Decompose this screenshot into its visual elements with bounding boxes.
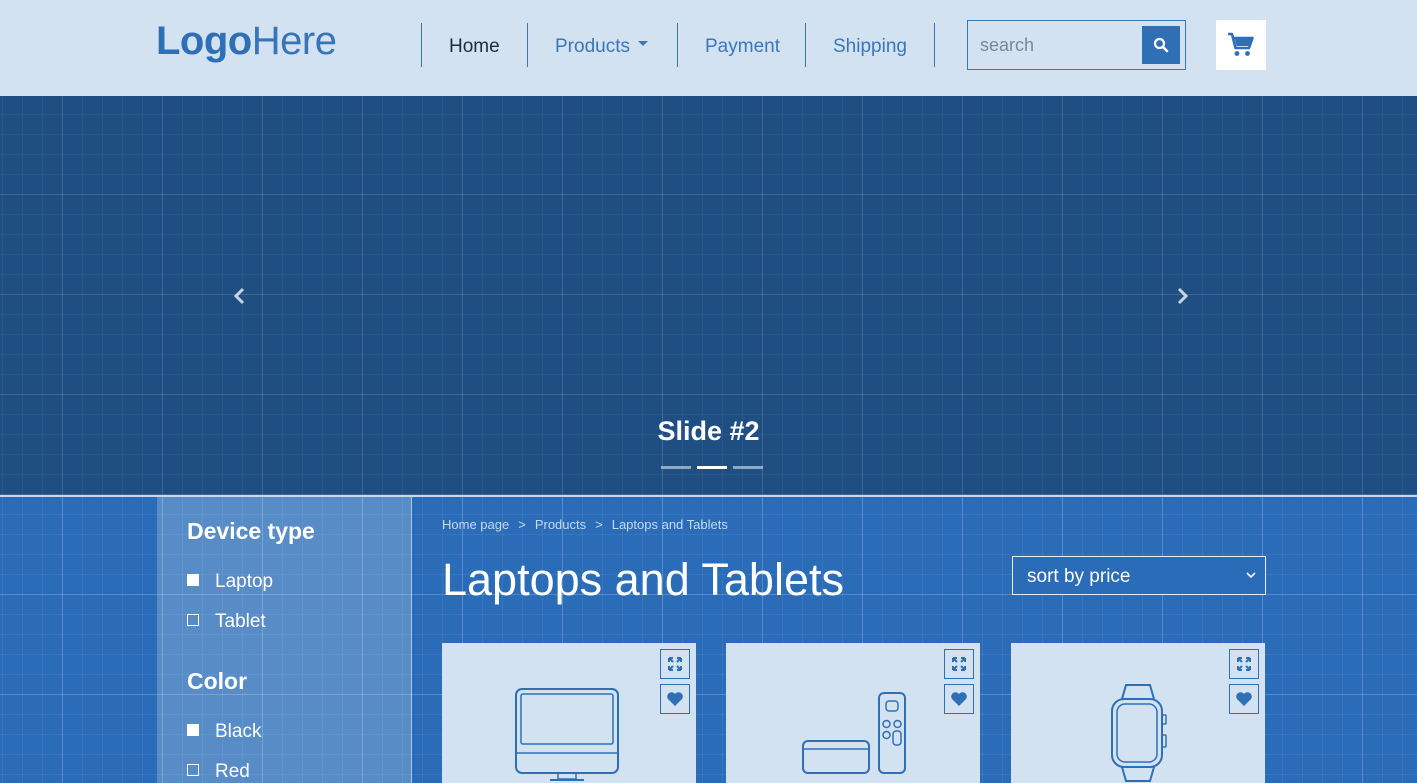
wishlist-button[interactable] — [660, 684, 690, 714]
carousel-next-button[interactable] — [1172, 286, 1192, 306]
checkbox-checked[interactable] — [187, 723, 199, 736]
smartwatch-icon — [1111, 684, 1167, 782]
nav-divider — [805, 23, 806, 67]
search-box — [967, 20, 1186, 70]
breadcrumb-products[interactable]: Products — [535, 517, 586, 532]
carousel-prev-button[interactable] — [230, 286, 250, 306]
sort-select[interactable]: sort by price — [1012, 556, 1266, 595]
expand-button[interactable] — [1229, 649, 1259, 679]
chevron-right-icon — [1177, 287, 1189, 305]
expand-icon — [1237, 657, 1251, 671]
carousel-indicator[interactable] — [661, 466, 691, 469]
filter-option-laptop[interactable]: Laptop — [187, 571, 273, 593]
carousel-indicator-active[interactable] — [697, 466, 727, 469]
caret-down-icon — [637, 41, 648, 47]
chevron-down-icon — [1246, 572, 1256, 579]
nav-divider — [934, 23, 935, 67]
filter-title-device-type: Device type — [187, 518, 315, 544]
site-header: LogoHere Home Products Payment Shipping — [0, 0, 1417, 96]
heart-icon — [667, 692, 683, 706]
logo-thin-text: Here — [251, 19, 337, 63]
product-card[interactable] — [1011, 643, 1265, 783]
slide-caption: Slide #2 — [657, 416, 760, 446]
filter-option-label: Black — [215, 721, 262, 742]
filter-option-label: Tablet — [215, 611, 266, 632]
filter-sidebar: Device type Laptop Tablet Color Black Re… — [157, 497, 412, 783]
nav-products[interactable]: Products — [555, 36, 648, 58]
nav-shipping[interactable]: Shipping — [833, 36, 907, 58]
search-button[interactable] — [1142, 26, 1180, 64]
nav-home[interactable]: Home — [449, 36, 500, 58]
page-title: Laptops and Tablets — [442, 554, 844, 605]
filter-option-red[interactable]: Red — [187, 761, 250, 783]
filter-option-tablet[interactable]: Tablet — [187, 611, 266, 633]
wishlist-button[interactable] — [1229, 684, 1259, 714]
checkbox-unchecked[interactable] — [187, 613, 199, 626]
chevron-left-icon — [233, 287, 245, 305]
product-card[interactable] — [726, 643, 980, 783]
main-section: Device type Laptop Tablet Color Black Re… — [0, 497, 1417, 783]
breadcrumb-separator: > — [518, 517, 526, 532]
desktop-computer-icon — [515, 688, 619, 781]
carousel-indicator[interactable] — [733, 466, 763, 469]
cart-button[interactable] — [1216, 20, 1266, 70]
tv-box-and-remote-icon — [802, 692, 906, 774]
expand-button[interactable] — [660, 649, 690, 679]
breadcrumb-current: Laptops and Tablets — [611, 517, 728, 532]
nav-divider — [677, 23, 678, 67]
filter-option-label: Red — [215, 761, 250, 782]
shopping-cart-icon — [1228, 32, 1254, 56]
nav-products-label: Products — [555, 36, 630, 57]
nav-divider — [421, 23, 422, 67]
logo[interactable]: LogoHere — [156, 19, 337, 64]
heart-icon — [951, 692, 967, 706]
sort-select-value: sort by price — [1027, 566, 1131, 587]
product-card[interactable] — [442, 643, 696, 783]
breadcrumb-home[interactable]: Home page — [442, 517, 509, 532]
filter-option-label: Laptop — [215, 571, 274, 592]
expand-icon — [952, 657, 966, 671]
search-icon — [1153, 37, 1169, 53]
nav-payment[interactable]: Payment — [705, 36, 780, 58]
checkbox-unchecked[interactable] — [187, 763, 199, 776]
wishlist-button[interactable] — [944, 684, 974, 714]
breadcrumb: Home page > Products > Laptops and Tablets — [442, 517, 728, 532]
checkbox-checked[interactable] — [187, 573, 199, 586]
hero-carousel: Slide #2 — [0, 96, 1417, 496]
heart-icon — [1236, 692, 1252, 706]
filter-title-color: Color — [187, 668, 248, 694]
filter-option-black[interactable]: Black — [187, 721, 261, 743]
search-input[interactable] — [980, 21, 1140, 69]
expand-icon — [668, 657, 682, 671]
nav-divider — [527, 23, 528, 67]
breadcrumb-separator: > — [595, 517, 603, 532]
expand-button[interactable] — [944, 649, 974, 679]
logo-bold-text: Logo — [156, 19, 252, 63]
